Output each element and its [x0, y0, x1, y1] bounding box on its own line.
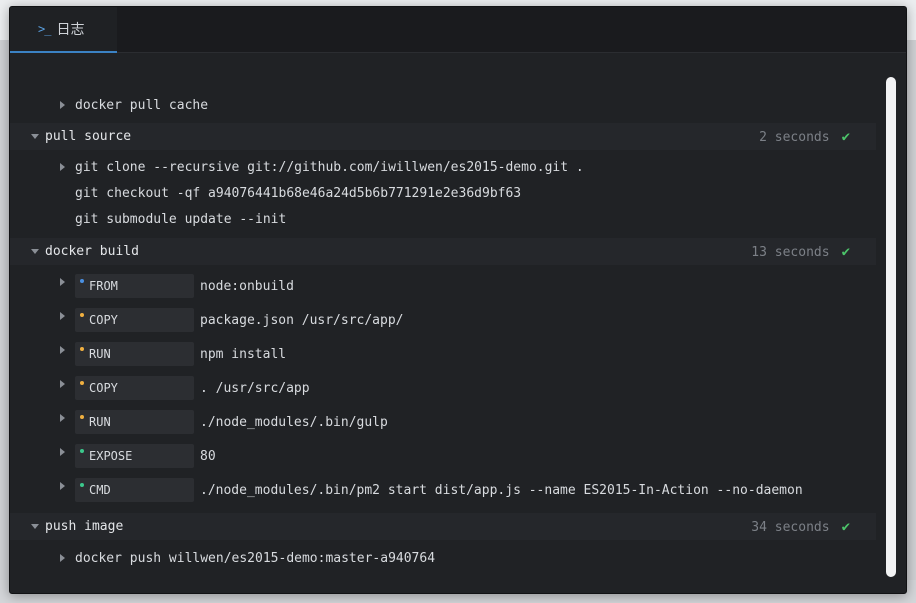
step-duration: 34 seconds ✔ [751, 519, 850, 535]
duration-text: 13 seconds [751, 244, 830, 260]
instruction-text: CMD [89, 483, 111, 497]
expand-caret-icon [60, 346, 65, 354]
expand-caret-icon [60, 448, 65, 456]
step-pull-source[interactable]: pull source 2 seconds ✔ [10, 123, 876, 150]
expand-caret-icon [60, 414, 65, 422]
tab-bar: >_ 日志 [10, 7, 906, 53]
instruction-argument: ./node_modules/.bin/pm2 start dist/app.j… [200, 482, 803, 498]
status-dot-icon [80, 415, 84, 419]
build-step-row[interactable]: RUN npm install [10, 341, 876, 367]
instruction-badge: RUN [75, 342, 194, 366]
duration-text: 34 seconds [751, 519, 830, 535]
step-push-image[interactable]: push image 34 seconds ✔ [10, 513, 876, 540]
step-duration: 13 seconds ✔ [751, 244, 850, 260]
terminal-icon: >_ [38, 22, 51, 36]
instruction-argument: node:onbuild [200, 278, 294, 294]
command-text: docker push willwen/es2015-demo:master-a… [75, 550, 436, 566]
log-line[interactable]: docker push willwen/es2015-demo:master-a… [10, 545, 876, 571]
instruction-argument: . /usr/src/app [200, 380, 310, 396]
cache-label: docker pull cache [75, 97, 209, 113]
tab-log[interactable]: >_ 日志 [10, 7, 117, 53]
build-step-row[interactable]: COPY package.json /usr/src/app/ [10, 307, 876, 333]
build-step-row[interactable]: CMD ./node_modules/.bin/pm2 start dist/ap… [10, 477, 876, 503]
collapse-caret-icon [31, 249, 39, 254]
step-duration: 2 seconds ✔ [759, 129, 850, 145]
build-step-row[interactable]: FROM node:onbuild [10, 273, 876, 299]
instruction-text: RUN [89, 347, 111, 361]
check-icon: ✔ [841, 129, 850, 145]
expand-caret-icon [60, 380, 65, 388]
command-text: git submodule update --init [75, 211, 287, 227]
tab-label: 日志 [56, 22, 85, 38]
build-step-row[interactable]: RUN ./node_modules/.bin/gulp [10, 409, 876, 435]
instruction-argument: package.json /usr/src/app/ [200, 312, 404, 328]
instruction-text: COPY [89, 313, 118, 327]
instruction-badge: COPY [75, 308, 194, 332]
instruction-text: COPY [89, 381, 118, 395]
expand-caret-icon [60, 101, 65, 109]
expand-caret-icon [60, 163, 65, 171]
build-step-row[interactable]: COPY . /usr/src/app [10, 375, 876, 401]
log-window: >_ 日志 docker pull cache pull source 2 se… [9, 6, 907, 594]
instruction-badge: CMD [75, 478, 194, 502]
status-dot-icon [80, 313, 84, 317]
check-icon: ✔ [841, 244, 850, 260]
instruction-badge: COPY [75, 376, 194, 400]
collapse-caret-icon [31, 524, 39, 529]
expand-caret-icon [60, 482, 65, 490]
check-icon: ✔ [841, 519, 850, 535]
status-dot-icon [80, 347, 84, 351]
instruction-argument: ./node_modules/.bin/gulp [200, 414, 388, 430]
instruction-text: RUN [89, 415, 111, 429]
scrollbar[interactable] [884, 77, 898, 583]
collapse-caret-icon [31, 134, 39, 139]
status-dot-icon [80, 483, 84, 487]
instruction-text: EXPOSE [89, 449, 133, 463]
step-title: docker build [45, 244, 139, 259]
step-docker-build[interactable]: docker build 13 seconds ✔ [10, 238, 876, 265]
instruction-badge: FROM [75, 274, 194, 298]
step-title: push image [45, 519, 124, 534]
build-step-row[interactable]: EXPOSE 80 [10, 443, 876, 469]
instruction-badge: RUN [75, 410, 194, 434]
status-dot-icon [80, 381, 84, 385]
log-line: git submodule update --init [10, 206, 876, 232]
log-line[interactable]: git clone --recursive git://github.com/i… [10, 154, 876, 180]
instruction-argument: 80 [200, 448, 216, 464]
log-line-cache[interactable]: docker pull cache [10, 92, 876, 118]
instruction-badge: EXPOSE [75, 444, 194, 468]
status-dot-icon [80, 279, 84, 283]
instruction-text: FROM [89, 279, 118, 293]
expand-caret-icon [60, 278, 65, 286]
duration-text: 2 seconds [759, 129, 830, 145]
command-text: git clone --recursive git://github.com/i… [75, 159, 584, 175]
command-text: git checkout -qf a94076441b68e46a24d5b6b… [75, 185, 522, 201]
instruction-argument: npm install [200, 346, 287, 362]
scrollbar-thumb[interactable] [886, 77, 896, 577]
status-dot-icon [80, 449, 84, 453]
log-panel: docker pull cache pull source 2 seconds … [10, 54, 878, 593]
step-title: pull source [45, 129, 132, 144]
expand-caret-icon [60, 312, 65, 320]
expand-caret-icon [60, 554, 65, 562]
log-line: git checkout -qf a94076441b68e46a24d5b6b… [10, 180, 876, 206]
